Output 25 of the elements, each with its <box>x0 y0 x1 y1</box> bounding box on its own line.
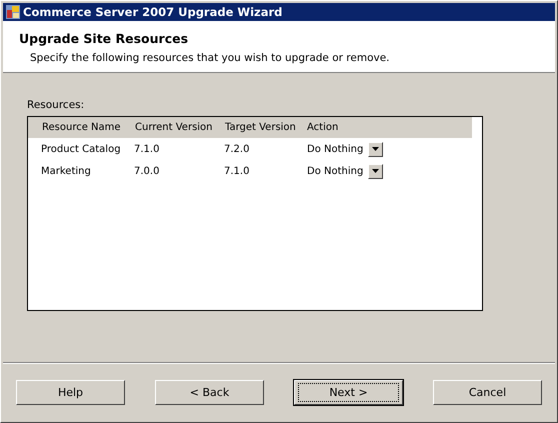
dropdown-button[interactable] <box>368 142 384 156</box>
caret-icon <box>372 169 380 173</box>
wizard-button[interactable]: Help <box>16 380 125 404</box>
wizard-button[interactable]: < Back <box>155 380 264 404</box>
column-header[interactable]: Current Version <box>130 122 221 133</box>
resources-label: Resources: <box>27 99 86 111</box>
window-title: Commerce Server 2007 Upgrade Wizard <box>23 5 282 19</box>
caret-icon <box>372 147 380 151</box>
resource-name: Product Catalog <box>40 144 122 154</box>
column-header[interactable]: Target Version <box>221 122 304 133</box>
current-version: 7.1.0 <box>133 144 160 154</box>
app-icon <box>6 5 20 19</box>
resource-name: Marketing <box>40 166 92 176</box>
column-header[interactable]: Resource Name <box>28 122 130 133</box>
wizard-button[interactable]: Next > <box>294 380 403 404</box>
current-version: 7.0.0 <box>133 166 160 176</box>
page-description: Specify the following resources that you wish to upgrade or remove. <box>30 52 391 64</box>
column-header[interactable]: Action <box>304 122 338 133</box>
target-version: 7.2.0 <box>223 144 250 154</box>
page-heading: Upgrade Site Resources <box>19 31 190 46</box>
target-version: 7.1.0 <box>223 166 250 176</box>
wizard-button[interactable]: Cancel <box>433 380 542 404</box>
action-value: Do Nothing <box>307 144 364 154</box>
dropdown-button[interactable] <box>368 164 384 178</box>
action-value: Do Nothing <box>307 166 364 176</box>
